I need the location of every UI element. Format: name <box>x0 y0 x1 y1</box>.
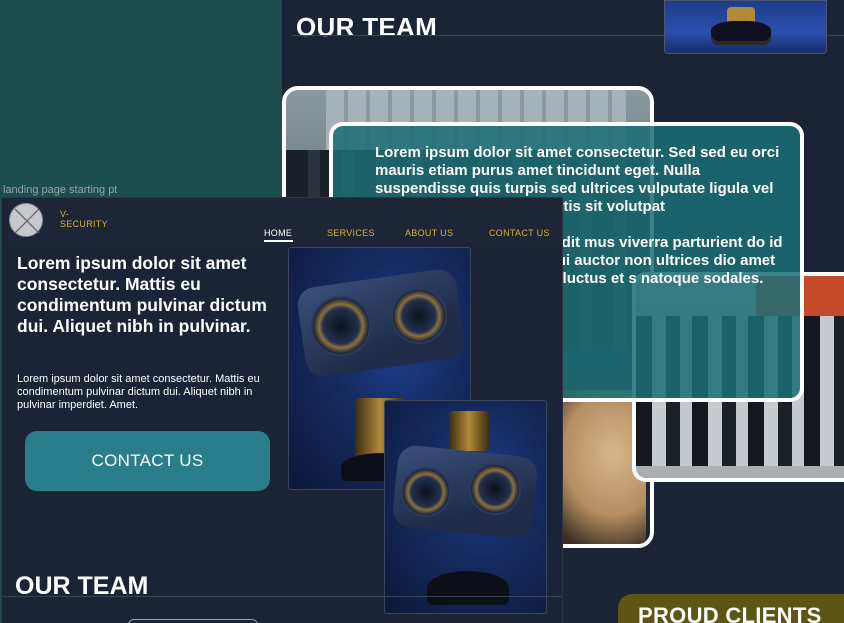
camera-base <box>427 571 509 605</box>
landing-page-frame[interactable]: V- SECURITY HOME SERVICES ABOUT US CONTA… <box>2 198 562 623</box>
nav-active-indicator <box>264 240 293 242</box>
camera-image-2 <box>384 400 547 614</box>
logo-placeholder-icon[interactable] <box>9 203 43 237</box>
hero-subtitle: Lorem ipsum dolor sit amet consectetur. … <box>17 373 260 411</box>
camera-base <box>711 21 771 45</box>
camera-lens-secondary <box>391 288 447 344</box>
brand-line-1: V- <box>60 209 70 219</box>
brand-line-2: SECURITY <box>60 219 108 229</box>
camera-mount <box>449 411 489 451</box>
camera-thumbnail-image <box>664 0 827 54</box>
camera-lens <box>401 467 451 517</box>
nav-home[interactable]: HOME <box>264 228 292 238</box>
nav-contact-us[interactable]: CONTACT US <box>489 228 550 238</box>
brand-name: V- SECURITY <box>60 209 108 229</box>
hero-title: Lorem ipsum dolor sit amet consectetur. … <box>17 253 267 336</box>
frame-label[interactable]: landing page starting pt <box>3 184 117 196</box>
frame-divider <box>2 596 562 597</box>
top-nav-bar: V- SECURITY HOME SERVICES ABOUT US CONTA… <box>2 198 562 242</box>
contact-us-button[interactable]: CONTACT US <box>25 431 270 491</box>
camera-lens-secondary <box>469 463 521 515</box>
nav-about-us[interactable]: ABOUT US <box>405 228 453 238</box>
proud-clients-heading: PROUD CLIENTS <box>638 603 822 623</box>
our-team-heading-top: OUR TEAM <box>296 12 438 42</box>
outlined-button-peek[interactable] <box>128 619 258 623</box>
nav-services[interactable]: SERVICES <box>327 228 375 238</box>
camera-lens <box>311 296 371 356</box>
